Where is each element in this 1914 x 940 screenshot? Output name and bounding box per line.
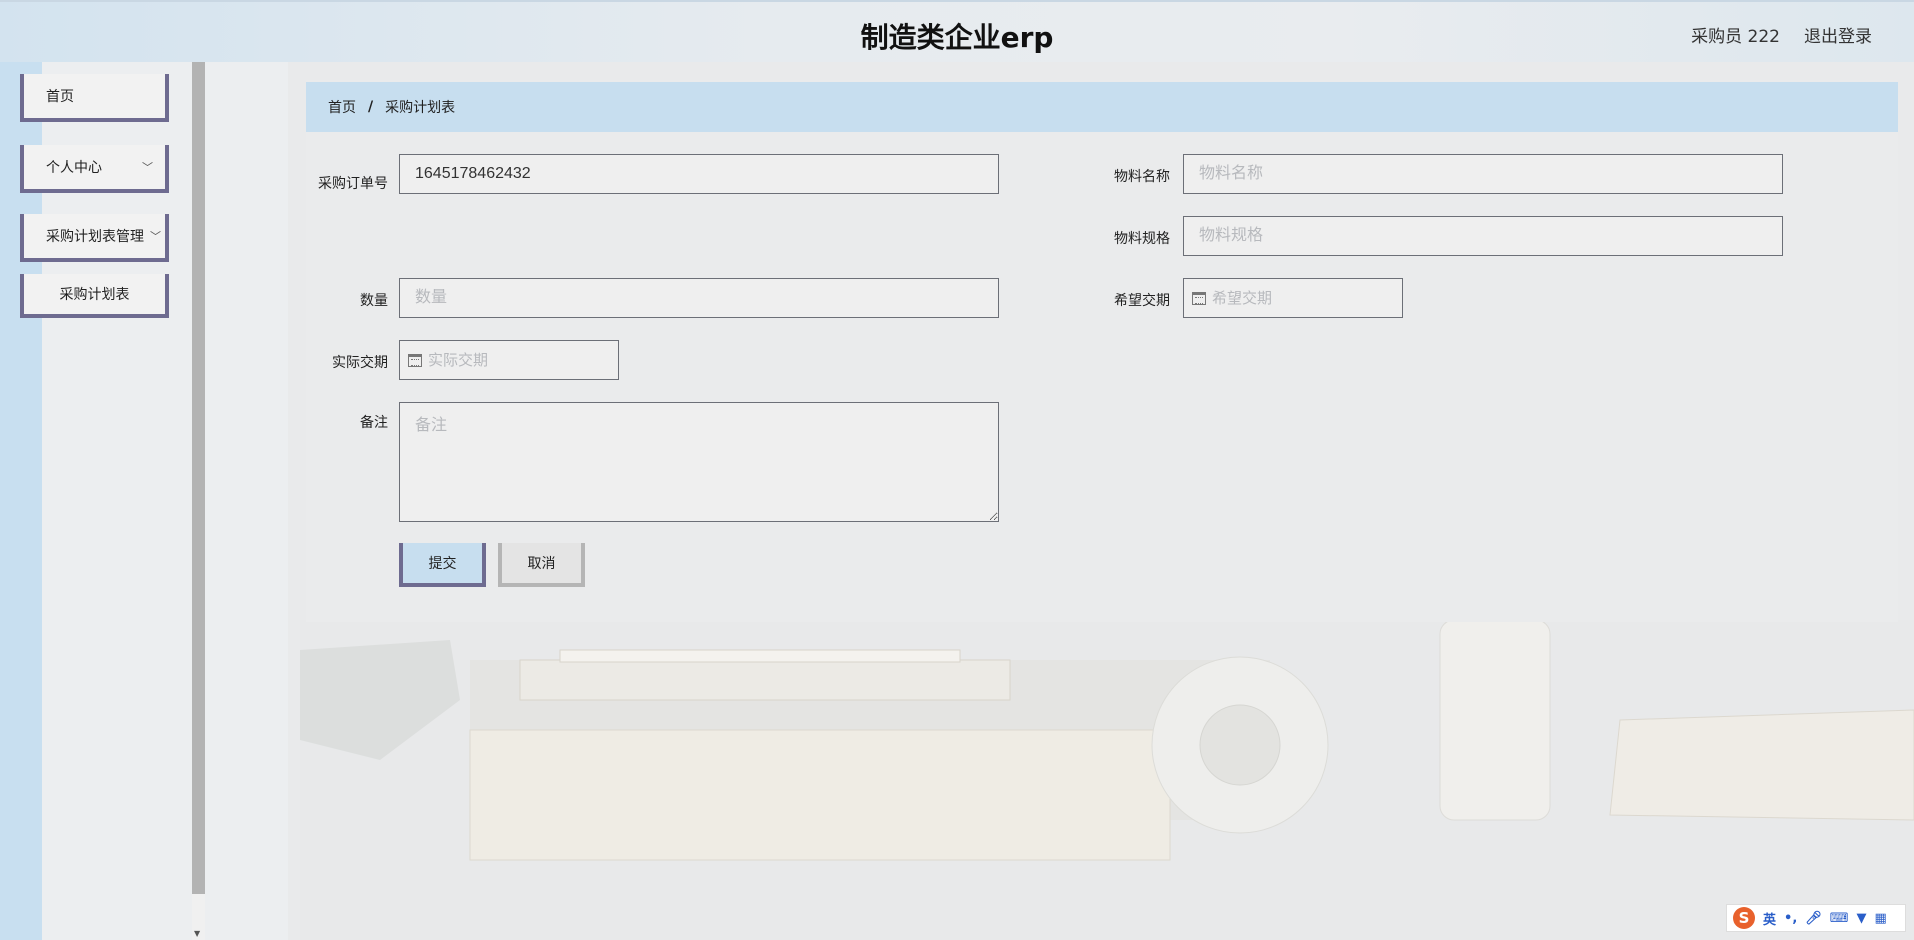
breadcrumb-current: 采购计划表 [385,100,456,116]
material-spec-input[interactable] [1183,216,1783,256]
actual-date-label: 实际交期 [332,355,388,371]
sidebar-item-label: 个人中心 [46,160,102,176]
app-title: 制造类企业erp [860,21,1054,54]
sidebar-item-label: 首页 [46,89,74,105]
sidebar-scrollbar-thumb[interactable] [192,62,205,894]
expected-date-picker[interactable] [1183,278,1403,318]
microphone-icon[interactable]: 🎤︎ [1805,911,1822,926]
keyboard-icon[interactable]: ⌨ [1830,911,1849,926]
submit-button[interactable]: 提交 [399,543,486,587]
ime-punctuation-toggle[interactable]: •, [1784,911,1797,926]
chevron-down-icon: ﹀ [142,161,153,174]
sogou-logo-icon[interactable]: S [1733,907,1755,929]
sidebar-item-purchase-plan[interactable]: 采购计划表 [20,274,169,318]
breadcrumb: 首页 / 采购计划表 [306,82,1898,132]
current-user: 采购员 222 [1691,27,1780,47]
background-decor-image [300,620,1914,940]
breadcrumb-home[interactable]: 首页 [328,97,356,117]
left-strip [0,62,42,940]
expected-date-input[interactable] [1206,289,1376,307]
skin-icon[interactable]: ▼ [1857,911,1867,926]
logout-link[interactable]: 退出登录 [1804,22,1872,47]
scroll-down-arrow-icon[interactable]: ▼ [194,929,200,938]
sidebar-item-personal-center[interactable]: 个人中心 ﹀ [20,145,169,193]
sidebar-scrollbar[interactable]: ▼ [192,62,205,940]
calendar-icon [1192,291,1206,305]
chevron-down-icon: ﹀ [150,230,161,243]
top-header: 制造类企业erp 采购员 222 退出登录 [0,0,1914,62]
material-spec-label: 物料规格 [1114,231,1170,247]
calendar-icon [408,353,422,367]
sidebar-item-purchase-plan-management[interactable]: 采购计划表管理 ﹀ [20,214,169,262]
quantity-label: 数量 [360,293,388,309]
sidebar [42,62,192,940]
remark-textarea[interactable] [399,402,999,522]
sidebar-item-label: 采购计划表管理 [46,229,144,245]
ime-language-toggle[interactable]: 英 [1763,909,1776,928]
ime-toolbar[interactable]: S 英 •, 🎤︎ ⌨ ▼ ▦ [1726,904,1906,932]
expected-date-label: 希望交期 [1114,293,1170,309]
toolbox-icon[interactable]: ▦ [1875,911,1887,926]
cancel-button[interactable]: 取消 [498,543,585,587]
breadcrumb-separator: / [368,99,374,115]
material-name-input[interactable] [1183,154,1783,194]
quantity-input[interactable] [399,278,999,318]
sidebar-item-label: 采购计划表 [59,287,130,303]
order-no-input[interactable] [399,154,999,194]
sidebar-item-home[interactable]: 首页 [20,74,169,122]
material-name-label: 物料名称 [1114,169,1170,185]
actual-date-picker[interactable] [399,340,619,380]
remark-label: 备注 [360,415,388,431]
header-user-area: 采购员 222 退出登录 [1691,22,1872,47]
actual-date-input[interactable] [422,351,592,369]
order-no-label: 采购订单号 [318,176,388,192]
